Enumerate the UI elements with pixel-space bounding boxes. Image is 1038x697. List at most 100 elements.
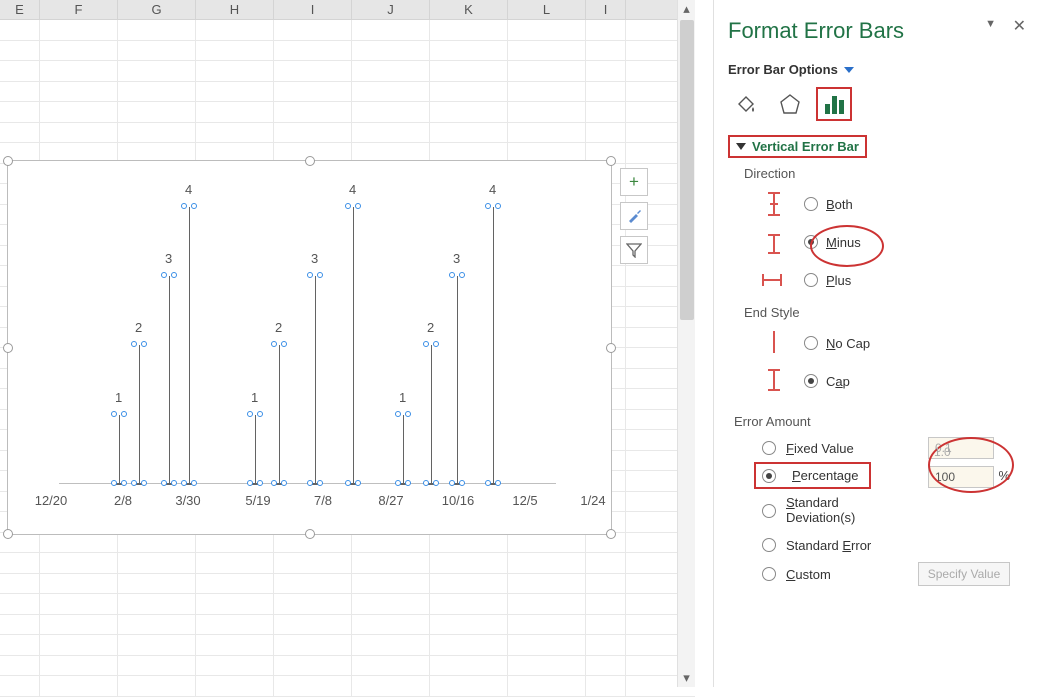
cell[interactable] xyxy=(274,41,352,61)
cell[interactable] xyxy=(196,123,274,143)
error-bar[interactable] xyxy=(139,345,140,484)
cell[interactable] xyxy=(40,594,118,614)
cell[interactable] xyxy=(274,594,352,614)
amount-stderr-row[interactable]: Standard Error xyxy=(762,532,1024,558)
scroll-thumb[interactable] xyxy=(680,20,694,320)
radio-stderr[interactable] xyxy=(762,538,776,552)
cell[interactable] xyxy=(274,635,352,655)
cell[interactable] xyxy=(118,676,196,696)
cell[interactable] xyxy=(508,553,586,573)
cell[interactable] xyxy=(118,574,196,594)
resize-handle[interactable] xyxy=(606,343,616,353)
cell[interactable] xyxy=(430,635,508,655)
cell[interactable] xyxy=(118,61,196,81)
cell[interactable] xyxy=(196,574,274,594)
cell[interactable] xyxy=(430,82,508,102)
endstyle-nocap-row[interactable]: No Cap xyxy=(744,326,1024,360)
scroll-down-icon[interactable]: ▾ xyxy=(678,669,695,687)
cell[interactable] xyxy=(352,102,430,122)
cell[interactable] xyxy=(274,615,352,635)
cell[interactable] xyxy=(430,123,508,143)
resize-handle[interactable] xyxy=(606,156,616,166)
cell[interactable] xyxy=(508,676,586,696)
cell[interactable] xyxy=(118,615,196,635)
data-marker[interactable] xyxy=(161,272,177,280)
cell[interactable] xyxy=(40,635,118,655)
cell[interactable] xyxy=(40,20,118,40)
cell[interactable] xyxy=(274,102,352,122)
resize-handle[interactable] xyxy=(3,156,13,166)
cell[interactable] xyxy=(352,635,430,655)
cell[interactable] xyxy=(274,574,352,594)
error-bar[interactable] xyxy=(493,207,494,484)
close-icon[interactable]: ✕ xyxy=(1013,16,1026,36)
cell[interactable] xyxy=(196,553,274,573)
cell[interactable] xyxy=(274,553,352,573)
cell[interactable] xyxy=(508,594,586,614)
cell[interactable] xyxy=(586,656,626,676)
error-bar-options-dropdown[interactable]: Error Bar Options xyxy=(728,62,1024,77)
radio-custom[interactable] xyxy=(762,567,776,581)
cell[interactable] xyxy=(274,676,352,696)
cell[interactable] xyxy=(0,82,40,102)
panel-task-dropdown-icon[interactable]: ▼ xyxy=(985,18,996,30)
radio-both[interactable] xyxy=(804,197,818,211)
cell[interactable] xyxy=(118,123,196,143)
data-marker[interactable] xyxy=(449,480,465,488)
data-marker[interactable] xyxy=(181,480,197,488)
stddev-value-input[interactable] xyxy=(928,441,994,463)
data-marker[interactable] xyxy=(111,480,127,488)
cell[interactable] xyxy=(196,615,274,635)
cell[interactable] xyxy=(430,61,508,81)
cell[interactable] xyxy=(352,82,430,102)
scroll-up-icon[interactable]: ▴ xyxy=(678,0,695,18)
direction-minus-row[interactable]: Minus xyxy=(744,225,1024,259)
cell[interactable] xyxy=(430,594,508,614)
cell[interactable] xyxy=(430,676,508,696)
chart-styles-button[interactable] xyxy=(620,202,648,230)
col-header[interactable]: I xyxy=(586,0,626,19)
cell[interactable] xyxy=(0,102,40,122)
fill-line-tab[interactable] xyxy=(728,87,764,121)
cell[interactable] xyxy=(352,676,430,696)
cell[interactable] xyxy=(196,533,274,553)
cell[interactable] xyxy=(586,676,626,696)
chart-filter-button[interactable] xyxy=(620,236,648,264)
cell[interactable] xyxy=(430,533,508,553)
col-header[interactable]: J xyxy=(352,0,430,19)
cell[interactable] xyxy=(274,82,352,102)
data-marker[interactable] xyxy=(395,480,411,488)
cell[interactable] xyxy=(118,533,196,553)
data-marker[interactable] xyxy=(247,411,263,419)
cell[interactable] xyxy=(586,102,626,122)
cell[interactable] xyxy=(196,594,274,614)
error-bar-options-tab[interactable] xyxy=(816,87,852,121)
cell[interactable] xyxy=(118,635,196,655)
cell[interactable] xyxy=(352,574,430,594)
col-header[interactable]: I xyxy=(274,0,352,19)
data-marker[interactable] xyxy=(161,480,177,488)
cell[interactable] xyxy=(508,615,586,635)
cell[interactable] xyxy=(274,61,352,81)
cell[interactable] xyxy=(40,676,118,696)
radio-cap[interactable] xyxy=(804,374,818,388)
error-bar[interactable] xyxy=(119,415,120,484)
cell[interactable] xyxy=(586,61,626,81)
cell[interactable] xyxy=(196,82,274,102)
data-marker[interactable] xyxy=(395,411,411,419)
resize-handle[interactable] xyxy=(305,529,315,539)
cell[interactable] xyxy=(274,123,352,143)
error-bar[interactable] xyxy=(255,415,256,484)
col-header[interactable]: E xyxy=(0,0,40,19)
radio-plus[interactable] xyxy=(804,273,818,287)
col-header[interactable]: H xyxy=(196,0,274,19)
error-bar[interactable] xyxy=(189,207,190,484)
error-bar[interactable] xyxy=(169,276,170,484)
cell[interactable] xyxy=(352,533,430,553)
cell[interactable] xyxy=(430,20,508,40)
cell[interactable] xyxy=(352,553,430,573)
cell[interactable] xyxy=(508,61,586,81)
cell[interactable] xyxy=(508,102,586,122)
chart-object[interactable]: 12341234123412/202/83/305/197/88/2710/16… xyxy=(7,160,612,535)
data-marker[interactable] xyxy=(131,341,147,349)
